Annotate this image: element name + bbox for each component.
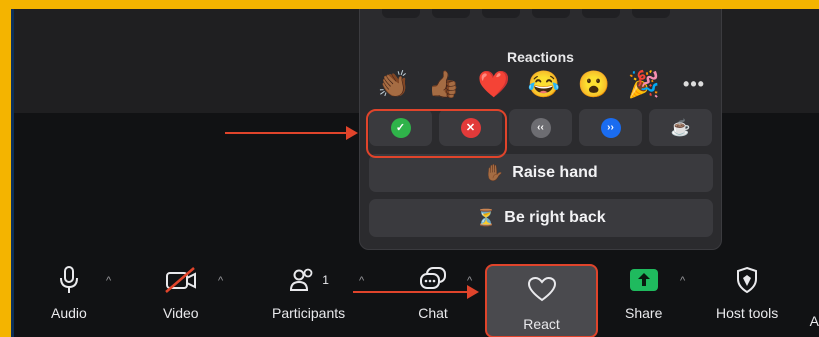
be-right-back-button[interactable]: ⏳ Be right back xyxy=(369,199,713,237)
joy-emoji-button[interactable]: 😂 xyxy=(524,67,564,101)
chat-icon xyxy=(418,260,448,300)
raised-hand-icon: ✋🏾 xyxy=(484,165,505,182)
participants-options-caret[interactable]: ^ xyxy=(359,275,364,287)
coffee-break-button[interactable]: ☕ xyxy=(649,109,712,146)
coffee-icon: ☕ xyxy=(670,119,691,137)
thumbs-up-emoji-button[interactable]: 👍🏾 xyxy=(424,67,464,101)
participants-count: 1 xyxy=(322,273,329,287)
react-label: React xyxy=(523,316,560,332)
chat-label: Chat xyxy=(418,305,448,321)
reactions-title: Reactions xyxy=(507,49,574,65)
clap-emoji-button[interactable]: 👏🏾 xyxy=(374,67,414,101)
meeting-toolbar: Audio ^ Video ^ 1 Participants ^ Chat ^ xyxy=(11,256,819,337)
video-off-icon xyxy=(164,260,198,300)
top-item[interactable] xyxy=(582,9,620,18)
audio-options-caret[interactable]: ^ xyxy=(106,275,111,287)
slow-down-icon: ‹‹ xyxy=(530,117,551,138)
emoji-row: 👏🏾 👍🏾 ❤️ 😂 😮 🎉 ••• xyxy=(374,67,714,101)
more-reactions-button[interactable]: ••• xyxy=(674,67,714,101)
video-label: Video xyxy=(163,305,199,321)
video-button[interactable]: Video xyxy=(163,260,199,321)
pointer-arrow xyxy=(225,126,358,140)
participants-button[interactable]: 1 Participants xyxy=(272,260,345,321)
audio-button[interactable]: Audio xyxy=(51,260,87,321)
top-item[interactable] xyxy=(432,9,470,18)
cut-off-label: A xyxy=(809,313,819,329)
react-button[interactable]: React xyxy=(485,264,598,337)
status-buttons-highlight xyxy=(366,109,507,158)
popup-top-row xyxy=(382,9,670,18)
participants-icon xyxy=(290,268,313,291)
raise-hand-button[interactable]: ✋🏾 Raise hand xyxy=(369,154,713,192)
be-right-back-label: Be right back xyxy=(504,209,606,226)
top-item[interactable] xyxy=(482,9,520,18)
slow-down-button[interactable]: ‹‹ xyxy=(509,109,572,146)
hourglass-icon: ⏳ xyxy=(476,210,497,227)
meeting-window: Reactions 👏🏾 👍🏾 ❤️ 😂 😮 🎉 ••• ✓ ✕ ‹‹ ›› ☕… xyxy=(11,9,819,337)
video-options-caret[interactable]: ^ xyxy=(218,275,223,287)
top-item[interactable] xyxy=(382,9,420,18)
speed-up-button[interactable]: ›› xyxy=(579,109,642,146)
speed-up-icon: ›› xyxy=(600,117,621,138)
tada-emoji-button[interactable]: 🎉 xyxy=(624,67,664,101)
open-mouth-emoji-button[interactable]: 😮 xyxy=(574,67,614,101)
participants-label: Participants xyxy=(272,305,346,321)
top-item[interactable] xyxy=(532,9,570,18)
raise-hand-label: Raise hand xyxy=(512,164,598,181)
pointer-arrow xyxy=(353,285,479,299)
heart-emoji-button[interactable]: ❤️ xyxy=(474,67,514,101)
participants-icon-wrap: 1 xyxy=(288,260,329,300)
audio-label: Audio xyxy=(51,305,87,321)
heart-outline-icon xyxy=(487,276,596,302)
microphone-icon xyxy=(58,260,80,300)
top-item[interactable] xyxy=(632,9,670,18)
